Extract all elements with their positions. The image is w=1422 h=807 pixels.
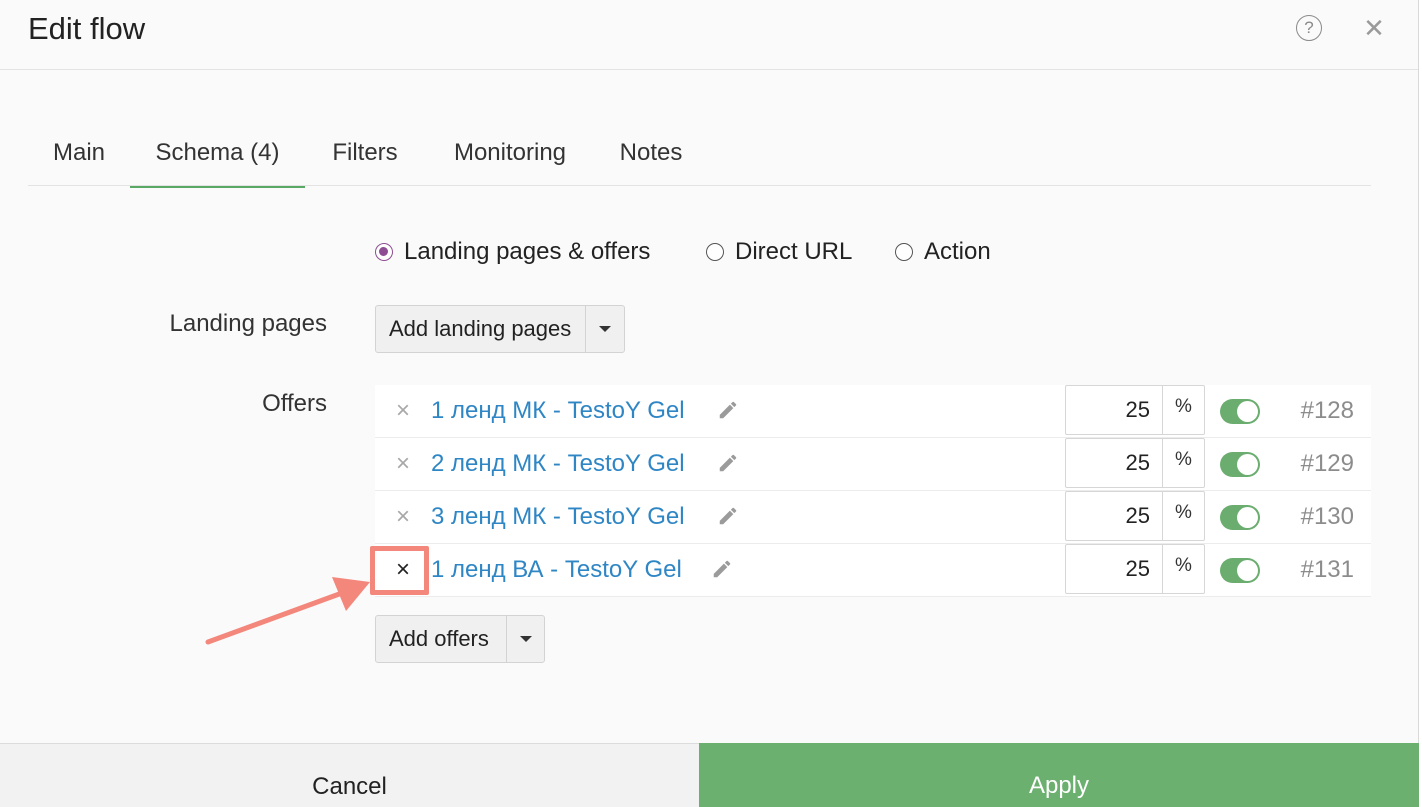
- add-landing-pages-button[interactable]: Add landing pages: [375, 305, 625, 353]
- offer-link[interactable]: 1 ленд ВА - TestoY Gel: [431, 556, 682, 584]
- offer-id: #128: [1300, 397, 1354, 424]
- radio-action[interactable]: [895, 243, 913, 261]
- offer-share-value[interactable]: 25: [1066, 545, 1163, 593]
- dialog-header: Edit flow ? ✕: [0, 0, 1418, 70]
- chevron-down-icon[interactable]: [586, 306, 624, 352]
- offer-share-value[interactable]: 25: [1066, 386, 1163, 434]
- offer-share-value[interactable]: 25: [1066, 439, 1163, 487]
- add-offers-main[interactable]: Add offers: [376, 616, 507, 662]
- radio-landing-pages-offers[interactable]: [375, 243, 393, 261]
- add-landing-pages-main[interactable]: Add landing pages: [376, 306, 587, 352]
- offer-enabled-toggle[interactable]: [1220, 399, 1260, 424]
- add-offers-button[interactable]: Add offers: [375, 615, 545, 663]
- offer-row: × 1 ленд МК - TestoY Gel 25 % #128: [375, 385, 1371, 438]
- offer-enabled-toggle[interactable]: [1220, 452, 1260, 477]
- dialog-title: Edit flow: [28, 11, 146, 46]
- percent-unit: %: [1175, 502, 1192, 523]
- percent-unit: %: [1175, 396, 1192, 417]
- offer-enabled-toggle[interactable]: [1220, 505, 1260, 530]
- offer-link[interactable]: 2 ленд МК - TestoY Gel: [431, 450, 685, 478]
- pencil-icon[interactable]: [717, 505, 739, 527]
- pencil-icon[interactable]: [717, 452, 739, 474]
- offer-row: × 1 ленд ВА - TestoY Gel 25 % #131: [370, 544, 1371, 597]
- radio-label-action[interactable]: Action: [924, 238, 991, 266]
- offer-row: × 3 ленд МК - TestoY Gel 25 % #130: [375, 491, 1371, 544]
- offer-share-input[interactable]: 25 %: [1065, 491, 1205, 541]
- tab-main[interactable]: Main: [28, 128, 130, 188]
- offer-share-input[interactable]: 25 %: [1065, 544, 1205, 594]
- offer-share-value[interactable]: 25: [1066, 492, 1163, 540]
- chevron-down-icon[interactable]: [507, 616, 544, 662]
- radio-label-direct-url[interactable]: Direct URL: [735, 238, 852, 266]
- tab-monitoring[interactable]: Monitoring: [425, 128, 595, 188]
- schema-type-radios: Landing pages & offers Direct URL Action: [375, 238, 1035, 268]
- radio-direct-url[interactable]: [706, 243, 724, 261]
- radio-label-landing-pages-offers[interactable]: Landing pages & offers: [404, 238, 650, 266]
- landing-pages-label: Landing pages: [169, 310, 327, 337]
- offer-row: × 2 ленд МК - TestoY Gel 25 % #129: [375, 438, 1371, 491]
- offer-share-input[interactable]: 25 %: [1065, 385, 1205, 435]
- offers-list: × 1 ленд МК - TestoY Gel 25 % #128 × 2 л…: [370, 385, 1371, 597]
- percent-unit: %: [1175, 449, 1192, 470]
- offer-id: #130: [1300, 503, 1354, 530]
- pencil-icon[interactable]: [711, 558, 733, 580]
- remove-offer-icon[interactable]: ×: [393, 503, 413, 531]
- edit-flow-dialog: Edit flow ? ✕ Main Schema (4) Filters Mo…: [0, 0, 1419, 807]
- tab-filters[interactable]: Filters: [305, 128, 425, 188]
- pencil-icon[interactable]: [717, 399, 739, 421]
- close-icon[interactable]: ✕: [1362, 15, 1386, 41]
- offer-id: #129: [1300, 450, 1354, 477]
- offer-enabled-toggle[interactable]: [1220, 558, 1260, 583]
- remove-offer-icon[interactable]: ×: [393, 397, 413, 425]
- tab-notes[interactable]: Notes: [595, 128, 707, 188]
- offer-id: #131: [1300, 556, 1354, 583]
- offers-label: Offers: [262, 390, 327, 417]
- offer-share-input[interactable]: 25 %: [1065, 438, 1205, 488]
- offer-link[interactable]: 1 ленд МК - TestoY Gel: [431, 397, 685, 425]
- remove-offer-icon[interactable]: ×: [393, 450, 413, 478]
- percent-unit: %: [1175, 555, 1192, 576]
- cancel-button[interactable]: Cancel: [0, 743, 699, 807]
- annotation-arrow-icon: [205, 577, 370, 645]
- tab-bar: Main Schema (4) Filters Monitoring Notes: [28, 128, 1371, 188]
- tab-schema[interactable]: Schema (4): [130, 128, 305, 188]
- apply-button[interactable]: Apply: [699, 743, 1419, 807]
- offer-link[interactable]: 3 ленд МК - TestoY Gel: [431, 503, 685, 531]
- help-icon[interactable]: ?: [1296, 15, 1322, 41]
